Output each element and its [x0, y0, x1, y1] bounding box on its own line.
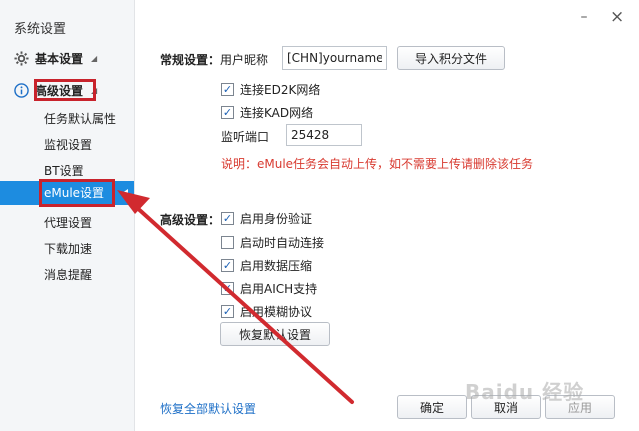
aich-checkbox-row[interactable]: 启用AICH支持	[221, 280, 317, 297]
autoconnect-label: 启动时自动连接	[240, 236, 325, 250]
sidebar: 系统设置 基本设置 ◢ 高级设置 ◢ 任务默认属性 监视设置 BT设置 eMul…	[0, 0, 135, 431]
nickname-label: 用户昵称	[220, 53, 269, 67]
compression-label: 启用数据压缩	[240, 259, 313, 273]
sidebar-group-label: 基本设置	[35, 52, 84, 66]
restore-defaults-button[interactable]: 恢复默认设置	[220, 322, 330, 346]
obfuscation-label: 启用模糊协议	[240, 305, 313, 319]
obfuscation-checkbox-row[interactable]: 启用模糊协议	[221, 303, 312, 320]
sidebar-item-accelerate[interactable]: 下载加速	[44, 240, 92, 257]
close-button[interactable]: ×	[610, 9, 624, 26]
sidebar-item-proxy[interactable]: 代理设置	[44, 214, 92, 231]
kad-checkbox-row[interactable]: 连接KAD网络	[221, 104, 313, 121]
auth-checkbox-row[interactable]: 启用身份验证	[221, 210, 312, 227]
upload-note: 说明：eMule任务会自动上传，如不需要上传请删除该任务	[221, 157, 534, 171]
aich-checkbox[interactable]	[221, 282, 234, 295]
gear-icon	[14, 51, 29, 66]
compression-checkbox[interactable]	[221, 259, 234, 272]
obfuscation-checkbox[interactable]	[221, 305, 234, 318]
autoconnect-checkbox[interactable]	[221, 236, 234, 249]
expand-triangle-icon: ◢	[91, 54, 98, 63]
restore-all-defaults-link[interactable]: 恢复全部默认设置	[160, 400, 256, 417]
auth-checkbox[interactable]	[221, 212, 234, 225]
ed2k-checkbox-row[interactable]: 连接ED2K网络	[221, 81, 320, 98]
sidebar-item-bt[interactable]: BT设置	[44, 162, 84, 179]
sidebar-item-task-defaults[interactable]: 任务默认属性	[44, 110, 116, 127]
sidebar-item-notifications[interactable]: 消息提醒	[44, 266, 92, 283]
auth-label: 启用身份验证	[240, 212, 313, 226]
sidebar-group-label: 高级设置	[35, 84, 84, 98]
ed2k-checkbox[interactable]	[221, 83, 234, 96]
general-section-label: 常规设置：	[160, 53, 221, 67]
ok-button[interactable]: 确定	[397, 395, 467, 419]
ed2k-label: 连接ED2K网络	[240, 83, 321, 97]
compression-checkbox-row[interactable]: 启用数据压缩	[221, 257, 312, 274]
sidebar-group-advanced[interactable]: 高级设置 ◢	[14, 82, 97, 99]
autoconnect-checkbox-row[interactable]: 启动时自动连接	[221, 234, 324, 251]
sidebar-item-label: eMule设置	[44, 186, 105, 200]
aich-label: 启用AICH支持	[240, 282, 318, 296]
info-icon	[14, 83, 29, 98]
minimize-button[interactable]: –	[577, 10, 591, 24]
port-input[interactable]	[286, 124, 362, 146]
settings-title: 系统设置	[14, 22, 67, 37]
sidebar-group-basic[interactable]: 基本设置 ◢	[14, 50, 97, 67]
sidebar-item-monitor[interactable]: 监视设置	[44, 136, 92, 153]
nickname-input[interactable]	[282, 46, 387, 70]
import-points-button[interactable]: 导入积分文件	[397, 46, 505, 70]
selection-pointer-icon	[122, 189, 128, 197]
sidebar-item-emule[interactable]: eMule设置	[0, 181, 134, 205]
port-label: 监听端口	[221, 130, 270, 144]
advanced-section-label: 高级设置：	[160, 213, 221, 227]
baidu-watermark: Baidu 经验	[465, 380, 585, 404]
expand-triangle-icon: ◢	[91, 86, 98, 95]
kad-label: 连接KAD网络	[240, 106, 314, 120]
kad-checkbox[interactable]	[221, 106, 234, 119]
